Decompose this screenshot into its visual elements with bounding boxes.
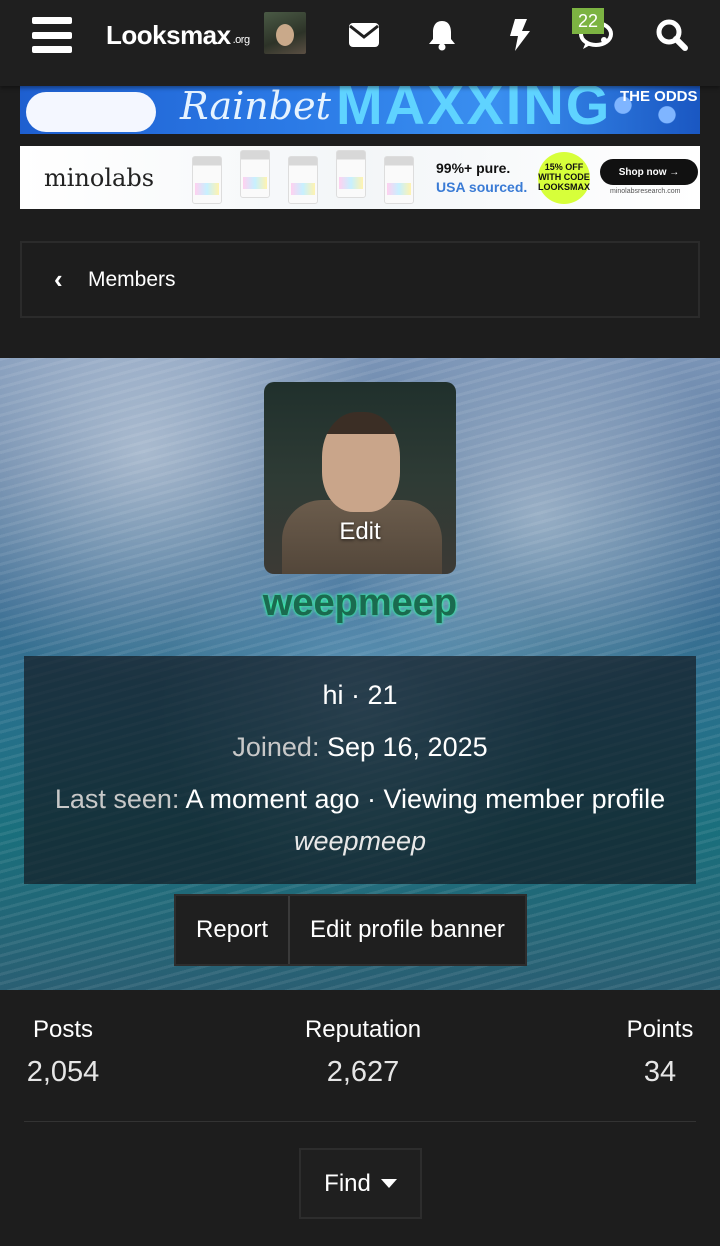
- ad-brand-text: Rainbet: [180, 86, 331, 128]
- breadcrumb-members[interactable]: ‹ Members: [20, 241, 700, 318]
- last-seen-line: Last seen: A moment ago · Viewing member…: [24, 778, 696, 862]
- profile-info-box: hi · 21 Joined: Sep 16, 2025 Last seen: …: [24, 656, 696, 884]
- joined-line: Joined: Sep 16, 2025: [24, 726, 696, 768]
- ad-purity-text: 99%+ pure.: [436, 160, 511, 176]
- last-seen-value: A moment ago · Viewing member profile: [185, 784, 666, 814]
- stat-label: Reputation: [304, 1016, 422, 1043]
- ad-brand-text: minolabs: [44, 164, 155, 192]
- stat-label: Posts: [32, 1016, 94, 1043]
- stat-value: 2,627: [326, 1056, 400, 1088]
- stat-value: 34: [643, 1056, 677, 1088]
- logo-text: Looksmax: [106, 19, 231, 50]
- profile-avatar[interactable]: Edit: [264, 382, 456, 574]
- stat-reputation[interactable]: Reputation 2,627: [300, 1016, 426, 1089]
- search-icon[interactable]: [652, 0, 692, 70]
- vial-image: [192, 156, 222, 204]
- find-label: Find: [324, 1169, 371, 1197]
- vial-image: [288, 156, 318, 204]
- report-button[interactable]: Report: [176, 896, 288, 964]
- joined-date: Sep 16, 2025: [326, 732, 488, 762]
- envelope-icon[interactable]: [344, 0, 384, 70]
- vial-image: [240, 150, 270, 198]
- advertisement-banner-minolabs[interactable]: minolabs 99%+ pure. USA sourced. 15% OFF…: [20, 146, 700, 209]
- divider: [24, 1121, 696, 1122]
- logo-suffix: .org: [232, 34, 250, 46]
- edit-profile-banner-button[interactable]: Edit profile banner: [288, 896, 525, 964]
- breadcrumb-label: Members: [88, 267, 176, 291]
- user-title-line: hi · 21: [322, 680, 398, 710]
- joined-label: Joined:: [232, 732, 320, 762]
- find-dropdown-button[interactable]: Find: [299, 1148, 422, 1219]
- stat-posts[interactable]: Posts 2,054: [24, 1016, 102, 1089]
- top-navigation-bar: Looksmax .org 22: [0, 0, 720, 86]
- advertisement-banner-rainbet[interactable]: Rainbet MAXXING THE ODDS: [20, 86, 700, 134]
- stat-points[interactable]: Points 34: [620, 1016, 700, 1089]
- last-seen-target-link[interactable]: weepmeep: [294, 826, 426, 856]
- user-avatar-icon[interactable]: [264, 12, 306, 54]
- shop-now-button[interactable]: Shop now →: [600, 159, 698, 185]
- last-seen-label: Last seen:: [54, 784, 180, 814]
- bell-icon[interactable]: [422, 0, 462, 70]
- ad-tag-text: THE ODDS: [620, 88, 698, 105]
- site-logo[interactable]: Looksmax .org: [106, 0, 256, 70]
- profile-actions: Report Edit profile banner: [174, 894, 527, 966]
- discount-badge: 15% OFF WITH CODE LOOKSMAX: [538, 152, 590, 204]
- vial-image: [384, 156, 414, 204]
- menu-icon[interactable]: [30, 0, 74, 70]
- stat-label: Points: [626, 1016, 694, 1043]
- notification-count-badge[interactable]: 22: [572, 8, 604, 34]
- ad-headline-text: MAXXING: [336, 86, 612, 134]
- profile-username: weepmeep: [262, 582, 458, 624]
- edit-avatar-label[interactable]: Edit: [264, 518, 456, 546]
- vial-image: [336, 150, 366, 198]
- ad-sourced-text: USA sourced.: [436, 179, 528, 195]
- chevron-left-icon: ‹: [54, 264, 63, 294]
- caret-down-icon: [380, 1179, 397, 1188]
- stat-value: 2,054: [26, 1056, 100, 1088]
- ad-site-text: minolabsresearch.com: [610, 188, 681, 195]
- mascot-graphic: [26, 92, 156, 132]
- bolt-icon[interactable]: [500, 0, 540, 70]
